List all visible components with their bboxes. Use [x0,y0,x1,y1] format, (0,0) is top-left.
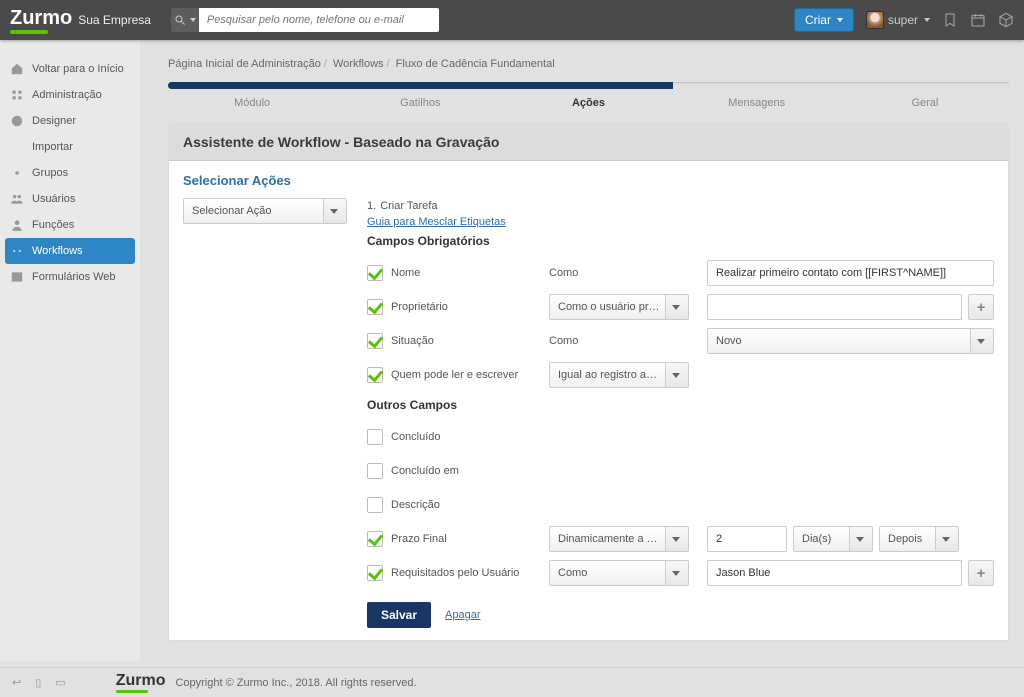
sidebar-item-groups[interactable]: Grupos [0,160,140,186]
checkbox-requested-by[interactable] [367,565,383,581]
search-scope-dropdown[interactable] [171,8,199,32]
user-menu[interactable]: super [866,11,930,29]
section-title: Selecionar Ações [183,173,994,188]
workflow-panel: Assistente de Workflow - Baseado na Grav… [168,123,1009,641]
wizard-steps: Módulo Gatilhos Ações Mensagens Geral [168,82,1009,121]
search-icon [174,14,186,26]
field-row-owner: Proprietário Como o usuário proprietário… [367,290,994,324]
top-bar: ZurmoSua Empresa Criar super [0,0,1024,40]
checkbox-completed[interactable] [367,429,383,445]
footer-copyright: Copyright © Zurmo Inc., 2018. All rights… [175,677,416,689]
breadcrumb: Página Inicial de Administração/ Workflo… [168,58,1009,70]
field-row-permissions: Quem pode ler e escrever Igual ao regist… [367,358,994,392]
status-value-select[interactable]: Novo [707,328,994,354]
breadcrumb-current: Fluxo de Cadência Fundamental [396,58,555,70]
save-button[interactable]: Salvar [367,602,431,628]
permissions-type-select[interactable]: Igual ao registro acionado [549,362,689,388]
panel-title: Assistente de Workflow - Baseado na Grav… [169,124,1008,161]
other-fields-header: Outros Campos [367,398,994,412]
due-number-input[interactable] [707,526,787,552]
breadcrumb-admin[interactable]: Página Inicial de Administração [168,58,321,70]
owner-add-button[interactable]: + [968,294,994,320]
checkbox-permissions[interactable] [367,367,383,383]
required-fields-header: Campos Obrigatórios [367,234,994,248]
calendar-icon[interactable] [970,12,986,28]
step-messages[interactable]: Mensagens [673,89,841,121]
field-row-requested-by: Requisitados pelo Usuário Como + [367,556,994,590]
field-row-name: Nome Como [367,256,994,290]
action-type-select[interactable]: Selecionar Ação [183,198,347,224]
recent-icon[interactable] [942,12,958,28]
due-direction-select[interactable]: Depois [879,526,959,552]
checkbox-name[interactable] [367,265,383,281]
checkbox-description[interactable] [367,497,383,513]
breadcrumb-workflows[interactable]: Workflows [333,58,384,70]
rule-header: 1.Criar Tarefa [367,198,994,212]
sidebar-item-admin[interactable]: Administração [0,82,140,108]
sidebar-item-import[interactable]: Importar [0,134,140,160]
mobile-icon[interactable]: ▯ [35,676,41,689]
global-search [171,8,439,32]
search-input[interactable] [199,8,439,32]
requested-by-type-select[interactable]: Como [549,560,689,586]
sidebar: Voltar para o Início Administração Desig… [0,40,140,661]
logout-icon[interactable]: ↩ [12,676,21,689]
sidebar-item-webforms[interactable]: Formulários Web [0,264,140,290]
sidebar-item-users[interactable]: Usuários [0,186,140,212]
sidebar-item-designer[interactable]: Designer [0,108,140,134]
due-type-select[interactable]: Dinamicamente a partir de [549,526,689,552]
step-general[interactable]: Geral [841,89,1009,121]
step-triggers[interactable]: Gatilhos [336,89,504,121]
name-input[interactable] [707,260,994,286]
field-row-due: Prazo Final Dinamicamente a partir de Di… [367,522,994,556]
brand-logo: ZurmoSua Empresa [10,7,151,34]
checkbox-completed-on[interactable] [367,463,383,479]
checkbox-due[interactable] [367,531,383,547]
sidebar-item-roles[interactable]: Funções [0,212,140,238]
owner-value-input[interactable] [707,294,962,320]
field-row-completed-on: Concluído em [367,454,994,488]
checkbox-owner[interactable] [367,299,383,315]
requested-by-add-button[interactable]: + [968,560,994,586]
merge-tags-link[interactable]: Guia para Mesclar Etiquetas [367,216,506,228]
field-row-completed: Concluído [367,420,994,454]
create-button[interactable]: Criar [794,8,854,32]
main-content: Página Inicial de Administração/ Workflo… [140,40,1024,661]
footer: ↩ ▯ ▭ Zurmo Copyright © Zurmo Inc., 2018… [0,667,1024,697]
step-module[interactable]: Módulo [168,89,336,121]
avatar [866,11,884,29]
owner-type-select[interactable]: Como o usuário proprietário [549,294,689,320]
field-row-status: Situação Como Novo [367,324,994,358]
due-unit-select[interactable]: Dia(s) [793,526,873,552]
package-icon[interactable] [998,12,1014,28]
step-actions[interactable]: Ações [504,89,672,121]
field-row-description: Descrição [367,488,994,522]
checkbox-status[interactable] [367,333,383,349]
footer-logo: Zurmo [116,672,166,693]
sidebar-item-home[interactable]: Voltar para o Início [0,56,140,82]
requested-by-input[interactable] [707,560,962,586]
sidebar-item-workflows[interactable]: Workflows [5,238,135,264]
delete-link[interactable]: Apagar [445,609,480,621]
desktop-icon[interactable]: ▭ [55,676,65,689]
